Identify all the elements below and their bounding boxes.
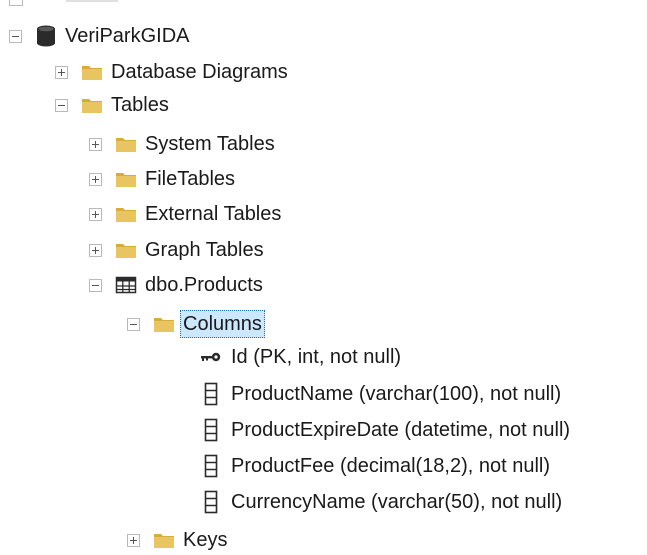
folder-icon — [153, 531, 175, 549]
tree-node-label[interactable]: External Tables — [145, 199, 281, 229]
tree-node-label[interactable]: dbo.Products — [145, 270, 263, 300]
object-explorer-tree: VeriParkGIDA Database Diagrams Tables Sy… — [0, 0, 647, 551]
clipped-toggle — [9, 0, 23, 6]
tree-node-label-selected[interactable]: Columns — [180, 310, 265, 338]
database-icon — [35, 24, 57, 48]
tree-node-graph-tables[interactable]: Graph Tables — [89, 235, 264, 265]
tree-node-label[interactable]: System Tables — [145, 129, 275, 159]
tree-node-label[interactable]: ProductExpireDate (datetime, not null) — [231, 415, 570, 445]
tree-node-column-product-expire-date[interactable]: ProductExpireDate (datetime, not null) — [199, 415, 570, 445]
clipped-previous-row — [0, 0, 647, 6]
expand-toggle[interactable] — [89, 207, 102, 221]
tree-node-label[interactable]: Tables — [111, 90, 169, 120]
tree-node-database-diagrams[interactable]: Database Diagrams — [55, 57, 288, 87]
column-icon — [199, 490, 223, 514]
tree-node-label[interactable]: Keys — [183, 525, 227, 555]
tree-node-file-tables[interactable]: FileTables — [89, 164, 235, 194]
tree-node-label[interactable]: ProductName (varchar(100), not null) — [231, 379, 561, 409]
clipped-icon — [66, 0, 118, 2]
column-icon — [199, 418, 223, 442]
collapse-toggle[interactable] — [9, 29, 22, 43]
tree-node-keys[interactable]: Keys — [127, 525, 227, 555]
key-icon — [199, 349, 223, 365]
table-grid-icon — [115, 275, 137, 295]
tree-node-columns-folder[interactable]: Columns — [127, 309, 265, 339]
tree-node-label[interactable]: Database Diagrams — [111, 57, 288, 87]
folder-icon — [81, 96, 103, 114]
folder-icon — [115, 135, 137, 153]
tree-node-label[interactable]: VeriParkGIDA — [65, 21, 189, 51]
tree-node-system-tables[interactable]: System Tables — [89, 129, 275, 159]
folder-icon — [115, 205, 137, 223]
folder-icon — [81, 63, 103, 81]
folder-icon — [115, 170, 137, 188]
collapse-toggle[interactable] — [89, 278, 102, 292]
tree-node-column-id[interactable]: Id (PK, int, not null) — [199, 342, 401, 372]
expand-toggle[interactable] — [127, 533, 140, 547]
tree-node-label[interactable]: ProductFee (decimal(18,2), not null) — [231, 451, 550, 481]
expand-toggle[interactable] — [55, 65, 68, 79]
tree-node-column-product-fee[interactable]: ProductFee (decimal(18,2), not null) — [199, 451, 550, 481]
collapse-toggle[interactable] — [55, 98, 68, 112]
folder-icon — [115, 241, 137, 259]
tree-node-label[interactable]: Id (PK, int, not null) — [231, 342, 401, 372]
expand-toggle[interactable] — [89, 172, 102, 186]
tree-node-products-table[interactable]: dbo.Products — [89, 270, 263, 300]
tree-node-label[interactable]: FileTables — [145, 164, 235, 194]
tree-node-column-product-name[interactable]: ProductName (varchar(100), not null) — [199, 379, 561, 409]
collapse-toggle[interactable] — [127, 317, 140, 331]
column-icon — [199, 454, 223, 478]
tree-node-column-currency-name[interactable]: CurrencyName (varchar(50), not null) — [199, 487, 562, 517]
tree-node-database[interactable]: VeriParkGIDA — [9, 21, 189, 51]
column-icon — [199, 382, 223, 406]
tree-node-label[interactable]: CurrencyName (varchar(50), not null) — [231, 487, 562, 517]
tree-node-label[interactable]: Graph Tables — [145, 235, 264, 265]
expand-toggle[interactable] — [89, 137, 102, 151]
folder-icon — [153, 315, 175, 333]
tree-node-external-tables[interactable]: External Tables — [89, 199, 281, 229]
expand-toggle[interactable] — [89, 243, 102, 257]
tree-node-tables[interactable]: Tables — [55, 90, 169, 120]
